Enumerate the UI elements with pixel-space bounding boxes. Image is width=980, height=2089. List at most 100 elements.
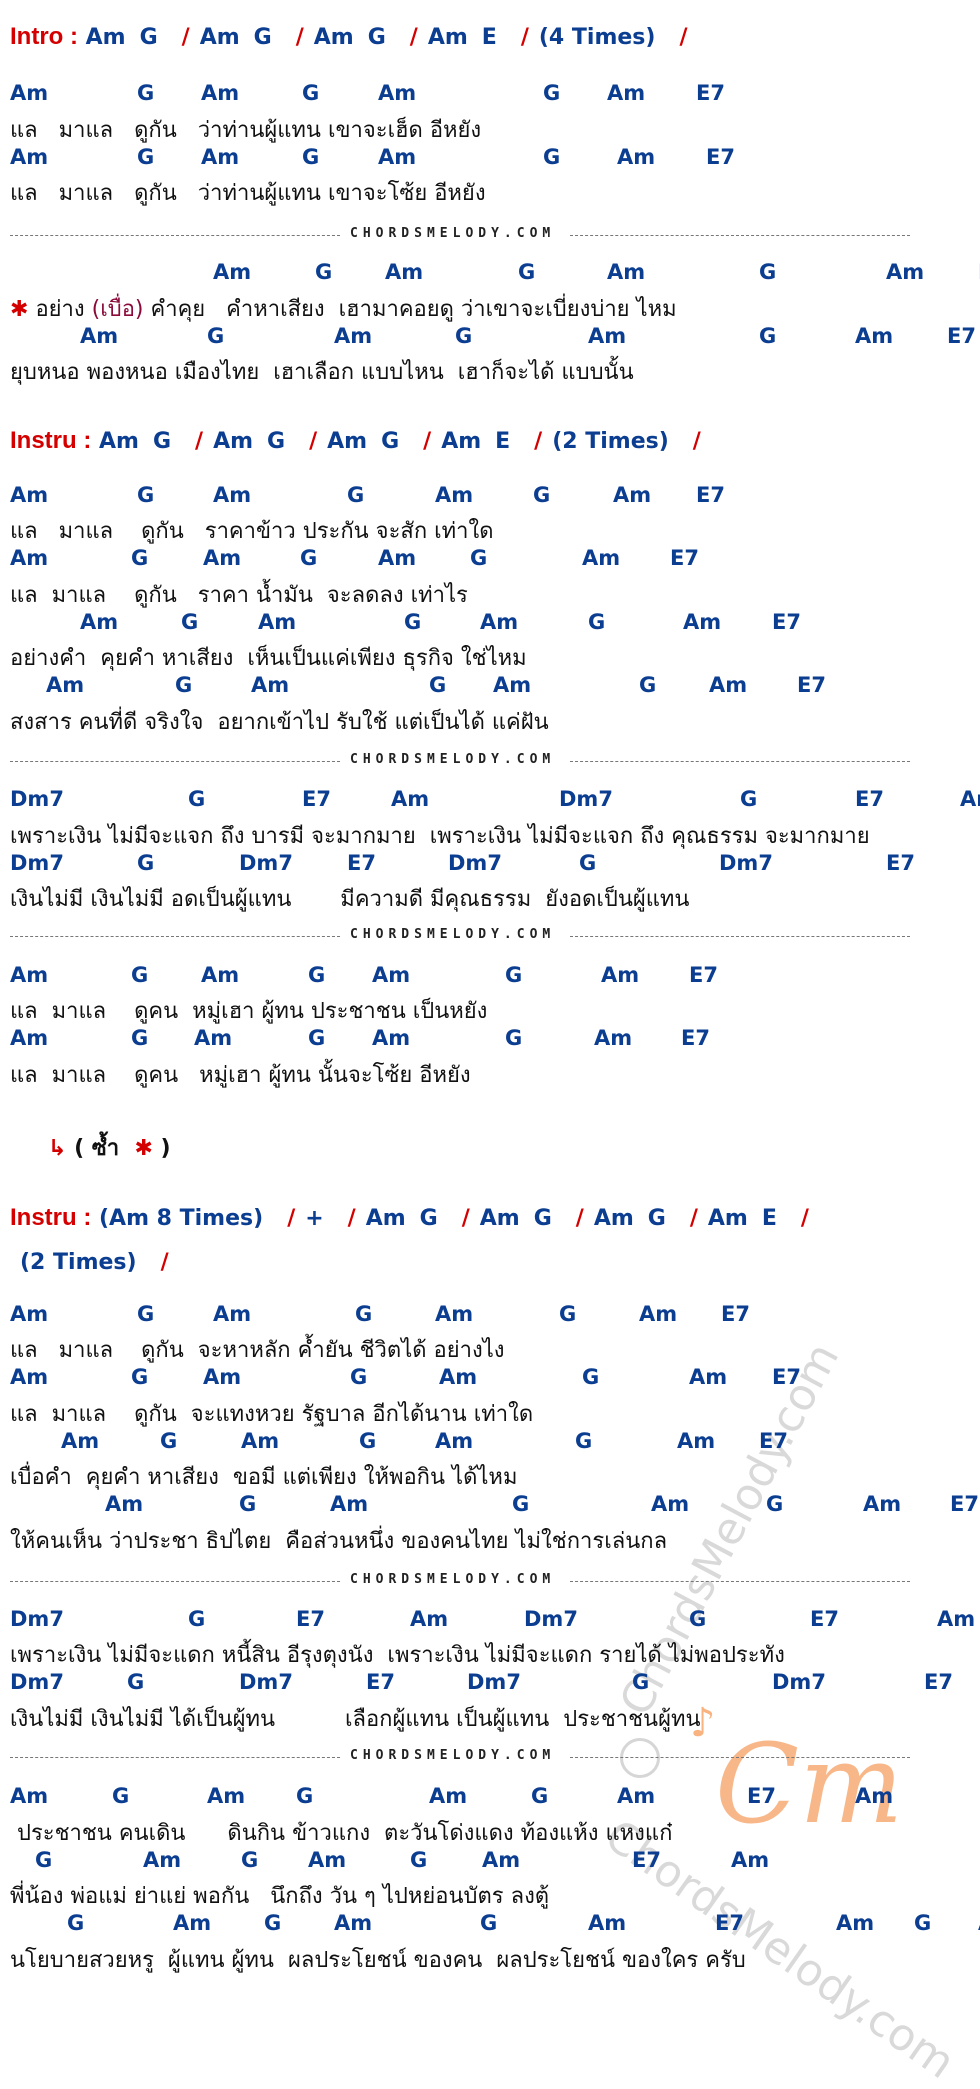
chord: Am: [334, 324, 373, 348]
chord: Am: [378, 145, 417, 169]
repeat-text: ซ้ำ: [91, 1136, 120, 1161]
chord: G: [127, 1670, 145, 1694]
chord: G: [355, 1302, 373, 1326]
chord: Am: [482, 1848, 521, 1872]
chord: G: [559, 1302, 577, 1326]
divider-line: [10, 1581, 340, 1582]
chord: E7: [715, 1911, 744, 1935]
chord: Am: [10, 1784, 49, 1808]
lyric-line: แล มาแล ดูกัน จะแทงหวย รัฐบาล อีกได้นาน …: [10, 1396, 533, 1431]
chord: Am: [617, 145, 656, 169]
chord: E7: [681, 1026, 710, 1050]
lyric-text: ให้คนเห็น ว่าประชา ธิปไตย คือส่วนหนึ่ง ข…: [10, 1529, 668, 1554]
section-label: Instru :: [10, 1204, 92, 1231]
divider-line: [10, 1757, 340, 1758]
lyric-line: นโยบายสวยหรู ผู้แทน ผู้ทน ผลประโยชน์ ของ…: [10, 1942, 746, 1977]
chord: E7: [924, 1670, 953, 1694]
chord: Am: [80, 610, 119, 634]
bar-separator: /: [461, 1206, 470, 1231]
chord: G: [131, 1026, 149, 1050]
chord: Dm7: [239, 1670, 293, 1694]
chord: G: [302, 145, 320, 169]
chord: Am: [683, 610, 722, 634]
chord: G: [137, 1302, 155, 1326]
chord: Am: [391, 787, 430, 811]
chord: Am: [689, 1365, 728, 1389]
chord: Am: [10, 546, 49, 570]
bar-separator: /: [423, 429, 432, 454]
chord: G: [241, 1848, 259, 1872]
bar-separator: /: [692, 429, 701, 454]
site-name: CHORDSMELODY.COM: [350, 927, 556, 942]
chord: Dm7: [239, 851, 293, 875]
bar-separator: /: [160, 1250, 169, 1275]
chord: E7: [947, 324, 976, 348]
chord: Am: [441, 429, 482, 454]
chord: Dm7: [10, 787, 64, 811]
chord: Am: [863, 1492, 902, 1516]
chord: G: [470, 546, 488, 570]
chord: Am: [593, 1206, 634, 1231]
chord: G: [160, 1429, 178, 1453]
lyric-text: แล มาแล ดูกัน ราคา น้ำมัน จะลดลง เท่าไร: [10, 583, 468, 608]
repeat-chorus-instruction: ↳ ( ซ้ำ ✱ ): [48, 1130, 171, 1165]
chord: Am: [639, 1302, 678, 1326]
lyric-alt-word: (เบื่อ): [91, 297, 144, 322]
repeat-paren: (: [74, 1136, 92, 1161]
bar-separator: /: [679, 25, 688, 50]
section-header-instru1: Instru : Am G / Am G / Am G / Am E / (2 Times) /: [10, 427, 711, 455]
bar-separator: /: [195, 429, 204, 454]
chord: G: [740, 787, 758, 811]
bar-separator: /: [534, 429, 543, 454]
chord: Am: [480, 610, 519, 634]
chord: G: [253, 25, 272, 50]
lyric-text: แล มาแล ดูกัน ว่าท่านผู้แทน เขาจะโซ้ย อี…: [10, 181, 486, 206]
chord: Am: [607, 260, 646, 284]
chorus-star-icon: ✱: [10, 297, 29, 322]
repeat-paren: ): [152, 1136, 171, 1161]
chord: E7: [747, 1784, 776, 1808]
chord: Am: [258, 610, 297, 634]
chord: G: [67, 1911, 85, 1935]
chord: Am: [313, 25, 354, 50]
chord: Am: [213, 1302, 252, 1326]
chord: Am: [385, 260, 424, 284]
chord: G: [35, 1848, 53, 1872]
bar-separator: /: [309, 429, 318, 454]
site-name: CHORDSMELODY.COM: [350, 1572, 556, 1587]
chord: Am: [617, 1784, 656, 1808]
chord: G: [647, 1206, 666, 1231]
chord: G: [533, 1206, 552, 1231]
chord: Am: [651, 1492, 690, 1516]
chord: G: [404, 610, 422, 634]
lyric-line: แล มาแล ดูกัน ว่าท่านผู้แทน เขาจะโซ้ย อี…: [10, 175, 486, 210]
lyric-line: ยุบหนอ พองหนอ เมืองไทย เฮาเลือก แบบไหน เ…: [10, 354, 634, 389]
chord: G: [359, 1429, 377, 1453]
chord: G: [639, 673, 657, 697]
chord: Am: [201, 81, 240, 105]
lyric-text: ยุบหนอ พองหนอ เมืองไทย เฮาเลือก แบบไหน เ…: [10, 360, 634, 385]
chord: Dm7: [448, 851, 502, 875]
chord: Am: [201, 963, 240, 987]
lyric-text: แล มาแล ดูกัน ราคาข้าว ประกัน จะสัก เท่า…: [10, 519, 494, 544]
chord: Am: [201, 145, 240, 169]
repeat-count: (2 Times): [20, 1250, 137, 1275]
repeat-count: (2 Times): [552, 429, 669, 454]
chord: G: [914, 1911, 932, 1935]
chord: G: [759, 324, 777, 348]
lyric-line: แล มาแล ดูคน หมู่เฮา ผู้ทน นั้นจะโซ้ย อี…: [10, 1057, 471, 1092]
chord: G: [689, 1607, 707, 1631]
chord: Am: [960, 787, 980, 811]
chord: G: [381, 429, 400, 454]
lyric-line: ประชาชน คนเดิน ดินกิน ข้าวแกง ตะวันโด่งแ…: [10, 1815, 672, 1850]
chord: Am: [213, 429, 254, 454]
chord: Am: [143, 1848, 182, 1872]
chord: Am: [10, 81, 49, 105]
chord: Am: [372, 1026, 411, 1050]
chord: Am: [937, 1607, 976, 1631]
chord: G: [531, 1784, 549, 1808]
lyric-line: ให้คนเห็น ว่าประชา ธิปไตย คือส่วนหนึ่ง ข…: [10, 1523, 667, 1558]
lyric-line: ✱ อย่าง (เบื่อ) คำคุย คำหาเสียง เฮามาคอย…: [10, 291, 677, 326]
chord: G: [455, 324, 473, 348]
